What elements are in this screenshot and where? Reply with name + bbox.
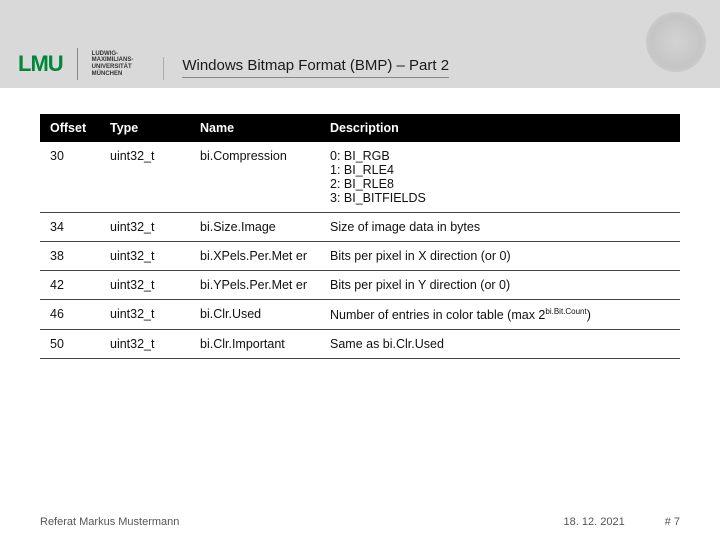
cell-type: uint32_t — [100, 142, 190, 213]
th-name: Name — [190, 114, 320, 142]
cell-desc: Size of image data in bytes — [320, 213, 680, 242]
table-body: 30 uint32_t bi.Compression 0: BI_RGB 1: … — [40, 142, 680, 359]
table-row: 46 uint32_t bi.Clr.Used Number of entrie… — [40, 300, 680, 330]
cell-offset: 46 — [40, 300, 100, 330]
cell-desc: Bits per pixel in Y direction (or 0) — [320, 271, 680, 300]
cell-name: bi.Size.Image — [190, 213, 320, 242]
footer-date: 18. 12. 2021 — [564, 516, 625, 528]
cell-name: bi.YPels.Per.Met er — [190, 271, 320, 300]
cell-name: bi.XPels.Per.Met er — [190, 242, 320, 271]
divider-icon — [77, 48, 78, 80]
cell-offset: 30 — [40, 142, 100, 213]
bmp-table: Offset Type Name Description 30 uint32_t… — [40, 114, 680, 359]
cell-type: uint32_t — [100, 242, 190, 271]
table-row: 42 uint32_t bi.YPels.Per.Met er Bits per… — [40, 271, 680, 300]
header-band: LMU LUDWIG- MAXIMILIANS- UNIVERSITÄT MÜN… — [0, 0, 720, 88]
cell-desc: 0: BI_RGB 1: BI_RLE4 2: BI_RLE8 3: BI_BI… — [320, 142, 680, 213]
slide: LMU LUDWIG- MAXIMILIANS- UNIVERSITÄT MÜN… — [0, 0, 720, 540]
cell-type: uint32_t — [100, 330, 190, 359]
footer-page: # 7 — [665, 516, 680, 528]
cell-name: bi.Compression — [190, 142, 320, 213]
table-header-row: Offset Type Name Description — [40, 114, 680, 142]
cell-desc: Bits per pixel in X direction (or 0) — [320, 242, 680, 271]
cell-desc: Same as bi.Clr.Used — [320, 330, 680, 359]
logo-subtext: LUDWIG- MAXIMILIANS- UNIVERSITÄT MÜNCHEN — [92, 51, 134, 77]
logo-text: LMU — [18, 51, 63, 77]
table-row: 34 uint32_t bi.Size.Image Size of image … — [40, 213, 680, 242]
logo-block: LMU LUDWIG- MAXIMILIANS- UNIVERSITÄT MÜN… — [18, 48, 133, 80]
th-type: Type — [100, 114, 190, 142]
cell-type: uint32_t — [100, 300, 190, 330]
content-area: Offset Type Name Description 30 uint32_t… — [0, 88, 720, 540]
cell-offset: 38 — [40, 242, 100, 271]
desc-pre: Number of entries in color table (max 2 — [330, 308, 545, 322]
desc-sup: bi.Bit.Count — [545, 307, 586, 316]
cell-type: uint32_t — [100, 213, 190, 242]
footer-right: 18. 12. 2021 # 7 — [564, 516, 680, 528]
cell-offset: 42 — [40, 271, 100, 300]
th-description: Description — [320, 114, 680, 142]
footer-left: Referat Markus Mustermann — [40, 516, 179, 528]
cell-type: uint32_t — [100, 271, 190, 300]
cell-offset: 34 — [40, 213, 100, 242]
cell-offset: 50 — [40, 330, 100, 359]
seal-icon — [646, 12, 706, 72]
cell-name: bi.Clr.Important — [190, 330, 320, 359]
footer: Referat Markus Mustermann 18. 12. 2021 #… — [0, 516, 720, 528]
slide-title: Windows Bitmap Format (BMP) – Part 2 — [182, 57, 449, 78]
table-row: 30 uint32_t bi.Compression 0: BI_RGB 1: … — [40, 142, 680, 213]
cell-desc: Number of entries in color table (max 2b… — [320, 300, 680, 330]
table-row: 50 uint32_t bi.Clr.Important Same as bi.… — [40, 330, 680, 359]
table-row: 38 uint32_t bi.XPels.Per.Met er Bits per… — [40, 242, 680, 271]
th-offset: Offset — [40, 114, 100, 142]
desc-post: ) — [587, 308, 591, 322]
cell-name: bi.Clr.Used — [190, 300, 320, 330]
title-area: Windows Bitmap Format (BMP) – Part 2 — [163, 57, 702, 80]
